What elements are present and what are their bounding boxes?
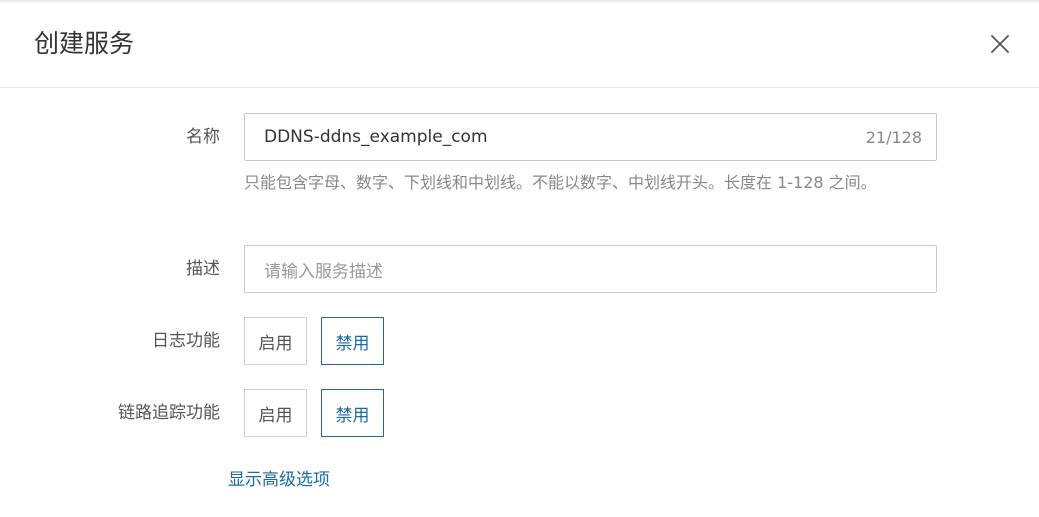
tracing-disable-button[interactable]: 禁用 (321, 389, 384, 437)
logging-disable-button[interactable]: 禁用 (321, 317, 384, 365)
close-icon (991, 35, 1009, 53)
name-label: 名称 (186, 127, 220, 147)
description-input[interactable]: 请输入服务描述 (244, 245, 937, 293)
logging-label: 日志功能 (152, 331, 220, 351)
dialog-title: 创建服务 (34, 29, 135, 58)
close-button[interactable] (984, 28, 1016, 60)
logging-enable-button[interactable]: 启用 (244, 317, 307, 365)
description-placeholder: 请输入服务描述 (264, 261, 383, 282)
tracing-label: 链路追踪功能 (118, 403, 220, 423)
dialog-header: 创建服务 (0, 0, 1039, 88)
name-input[interactable]: DDNS-ddns_example_com 21/128 (244, 113, 937, 161)
tracing-enable-button[interactable]: 启用 (244, 389, 307, 437)
description-label: 描述 (186, 259, 220, 279)
name-char-count: 21/128 (865, 127, 922, 147)
name-input-value: DDNS-ddns_example_com (264, 127, 488, 147)
show-advanced-options-link[interactable]: 显示高级选项 (228, 468, 330, 492)
create-service-dialog: 创建服务 名称 DDNS-ddns_example_com 21/128 只能包… (0, 0, 1039, 517)
name-help-text: 只能包含字母、数字、下划线和中划线。不能以数字、中划线开头。长度在 1-128 … (244, 173, 877, 192)
